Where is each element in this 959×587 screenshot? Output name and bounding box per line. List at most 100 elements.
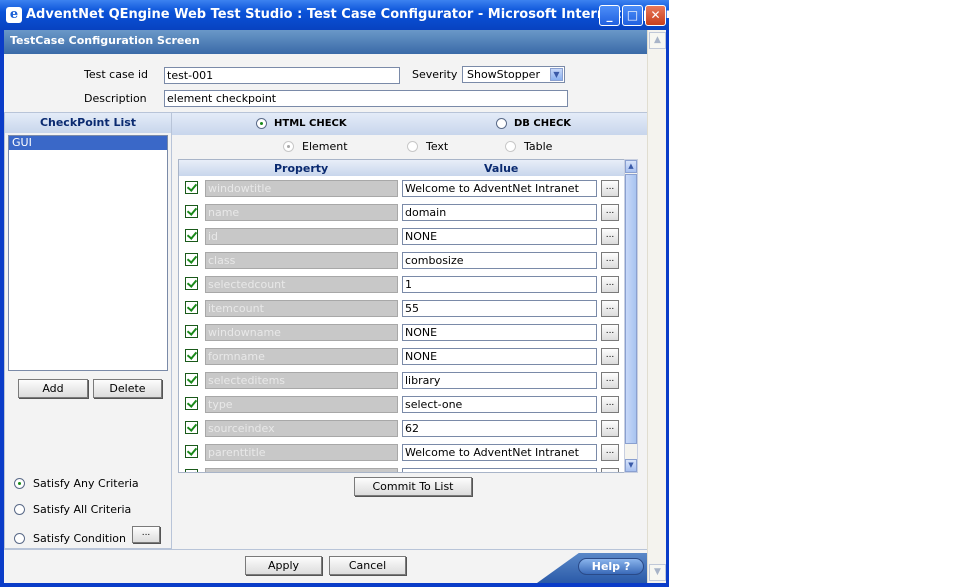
testcase-form: Test case id test-001 Severity ShowStopp… <box>4 54 647 112</box>
property-field: parenttitle <box>205 444 398 461</box>
table-row: id NONE... <box>179 225 628 249</box>
apply-button[interactable]: Apply <box>245 556 322 575</box>
testcase-id-label: Test case id <box>84 68 148 81</box>
properties-panel: HTML CHECK DB CHECK Element Text Table P… <box>172 112 647 549</box>
help-button[interactable]: Help ? <box>578 558 644 575</box>
satisfy-all-radio[interactable] <box>14 504 25 515</box>
scroll-down-icon[interactable]: ▼ <box>625 459 637 472</box>
table-row: name domain... <box>179 201 628 225</box>
close-button[interactable]: ✕ <box>645 5 666 26</box>
row-checkbox[interactable] <box>185 349 198 362</box>
row-checkbox[interactable] <box>185 469 198 472</box>
condition-ellipsis-button[interactable]: ... <box>132 526 160 543</box>
checkpoint-item-gui[interactable]: GUI <box>9 136 167 150</box>
element-label: Element <box>302 140 348 153</box>
value-ellipsis-button[interactable]: ... <box>601 228 619 245</box>
title-bar: e AdventNet QEngine Web Test Studio : Te… <box>0 0 687 30</box>
value-ellipsis-button[interactable]: ... <box>601 420 619 437</box>
value-field[interactable]: NONE <box>402 324 597 341</box>
value-field[interactable]: 1 <box>402 276 597 293</box>
value-ellipsis-button[interactable]: ... <box>601 372 619 389</box>
table-radio[interactable] <box>505 141 516 152</box>
row-checkbox[interactable] <box>185 301 198 314</box>
value-field[interactable]: Welcome to AdventNet Intranet <box>402 180 597 197</box>
value-ellipsis-button[interactable]: ... <box>601 444 619 461</box>
property-field: selectedcount <box>205 276 398 293</box>
property-field: selecteditems <box>205 372 398 389</box>
value-ellipsis-button[interactable]: ... <box>601 204 619 221</box>
row-checkbox[interactable] <box>185 397 198 410</box>
window-title: AdventNet QEngine Web Test Studio : Test… <box>26 7 688 22</box>
check-type-bar: HTML CHECK DB CHECK <box>172 113 647 135</box>
row-checkbox[interactable] <box>185 229 198 242</box>
value-ellipsis-button[interactable]: ... <box>601 252 619 269</box>
property-field: formname <box>205 348 398 365</box>
value-ellipsis-button[interactable]: ... <box>601 300 619 317</box>
commit-to-list-button[interactable]: Commit To List <box>354 477 472 496</box>
scroll-up-icon[interactable]: ▲ <box>625 160 637 173</box>
property-field: sourceindex <box>205 420 398 437</box>
value-field[interactable]: 55 <box>402 300 597 317</box>
page-scroll-down-icon[interactable]: ▼ <box>649 564 666 581</box>
value-field[interactable]: NONE <box>402 348 597 365</box>
text-label: Text <box>426 140 449 153</box>
value-ellipsis-button[interactable]: ... <box>601 348 619 365</box>
add-button[interactable]: Add <box>18 379 88 398</box>
page-scrollbar[interactable]: ▲ ▼ <box>647 30 666 583</box>
maximize-button[interactable]: □ <box>622 5 643 26</box>
property-field: windowname <box>205 324 398 341</box>
minimize-button[interactable]: _ <box>599 5 620 26</box>
row-checkbox[interactable] <box>185 181 198 194</box>
value-ellipsis-button[interactable]: ... <box>601 276 619 293</box>
value-field[interactable]: Welcome to AdventNet Intranet <box>402 444 597 461</box>
testcase-id-input[interactable]: test-001 <box>164 67 400 84</box>
table-row: selectedcount 1... <box>179 273 628 297</box>
property-field: windowtitle <box>205 180 398 197</box>
property-field: class <box>205 252 398 269</box>
value-field[interactable]: NONE <box>402 228 597 245</box>
value-ellipsis-button[interactable]: ... <box>601 180 619 197</box>
value-ellipsis-button[interactable]: ... <box>601 468 619 472</box>
value-field[interactable]: 62 <box>402 420 597 437</box>
severity-label: Severity <box>412 68 458 81</box>
chevron-down-icon[interactable]: ▼ <box>550 68 563 81</box>
description-input[interactable]: element checkpoint <box>164 90 568 107</box>
checkpoint-list[interactable]: GUI <box>8 135 168 371</box>
value-column-header: Value <box>484 162 519 175</box>
html-check-radio[interactable] <box>256 118 267 129</box>
satisfy-any-radio[interactable] <box>14 478 25 489</box>
grid-scrollbar[interactable]: ▲ ▼ <box>624 159 638 473</box>
row-checkbox[interactable] <box>185 253 198 266</box>
scroll-thumb[interactable] <box>625 174 637 444</box>
row-checkbox[interactable] <box>185 373 198 386</box>
value-field[interactable]: select-one <box>402 396 597 413</box>
property-grid: Property Value windowtitle Welcome to Adv… <box>178 159 629 473</box>
value-ellipsis-button[interactable]: ... <box>601 396 619 413</box>
property-column-header: Property <box>274 162 329 175</box>
page-scroll-up-icon[interactable]: ▲ <box>649 32 666 49</box>
row-checkbox[interactable] <box>185 277 198 290</box>
checkpoint-list-title: CheckPoint List <box>5 113 171 133</box>
value-field[interactable]: domain <box>402 204 597 221</box>
value-field[interactable]: library <box>402 372 597 389</box>
description-label: Description <box>84 92 147 105</box>
value-field[interactable]: combosize <box>402 252 597 269</box>
satisfy-condition-radio[interactable] <box>14 533 25 544</box>
severity-select[interactable]: ShowStopper ▼ <box>462 66 565 83</box>
severity-value: ShowStopper <box>467 68 540 81</box>
table-row: class combosize... <box>179 249 628 273</box>
row-checkbox[interactable] <box>185 421 198 434</box>
row-checkbox[interactable] <box>185 325 198 338</box>
value-field[interactable]: Select your network build <box>402 468 597 472</box>
text-radio[interactable] <box>407 141 418 152</box>
cancel-button[interactable]: Cancel <box>329 556 406 575</box>
row-checkbox[interactable] <box>185 205 198 218</box>
row-checkbox[interactable] <box>185 445 198 458</box>
delete-button[interactable]: Delete <box>93 379 162 398</box>
element-radio[interactable] <box>283 141 294 152</box>
property-field: name <box>205 204 398 221</box>
property-field: id <box>205 228 398 245</box>
value-ellipsis-button[interactable]: ... <box>601 324 619 341</box>
html-check-label: HTML CHECK <box>274 118 347 129</box>
db-check-radio[interactable] <box>496 118 507 129</box>
